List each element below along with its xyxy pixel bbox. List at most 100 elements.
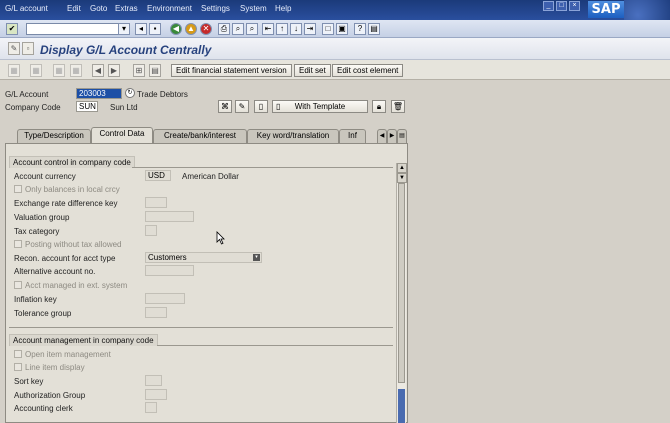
enter-icon[interactable]: ✔: [6, 23, 18, 35]
edit-fs-version-button[interactable]: Edit financial statement version: [171, 64, 292, 77]
group-divider: [157, 345, 393, 346]
create-icon[interactable]: ▯: [254, 100, 268, 113]
group-divider: [9, 327, 393, 328]
alternative-account-field[interactable]: [145, 265, 194, 276]
toolbar-icon-4: ▦: [70, 64, 82, 77]
exit-icon[interactable]: ▲: [185, 23, 197, 35]
recon-account-dropdown[interactable]: Customers ▾: [145, 252, 262, 263]
tab-list-icon[interactable]: ▤: [397, 129, 407, 143]
new-session-icon[interactable]: □: [322, 23, 334, 35]
menu-goto[interactable]: Goto: [90, 4, 107, 13]
lock-icon[interactable]: 🔒︎: [372, 100, 386, 113]
sort-key-field[interactable]: [145, 375, 162, 386]
save-icon[interactable]: ▪: [149, 23, 161, 35]
cancel-icon[interactable]: ✕: [200, 23, 212, 35]
tolerance-group-field[interactable]: [145, 307, 167, 318]
next-account-icon[interactable]: ▶: [108, 64, 120, 77]
toolbar-icon-2: ▦: [30, 64, 42, 77]
open-item-checkbox[interactable]: [14, 350, 22, 358]
menu-settings[interactable]: Settings: [201, 4, 230, 13]
edit-cost-element-button[interactable]: Edit cost element: [332, 64, 404, 77]
exchange-rate-field[interactable]: [145, 197, 167, 208]
toolbar-icon-1: ▦: [8, 64, 20, 77]
tab-scroll-left-icon[interactable]: ◀: [377, 129, 387, 143]
company-code-label: Company Code: [5, 103, 61, 112]
company-code-field[interactable]: SUN: [76, 101, 98, 112]
command-dropdown-icon[interactable]: ▾: [118, 23, 130, 35]
back-icon[interactable]: ◀: [170, 23, 182, 35]
maximize-icon[interactable]: □: [556, 1, 567, 11]
tab-strip: Type/Description Control Data Create/ban…: [0, 127, 410, 143]
help-icon[interactable]: ?: [354, 23, 366, 35]
acct-ext-system-checkbox[interactable]: [14, 281, 22, 289]
vertical-scrollbar[interactable]: ▲ ▼: [396, 163, 407, 423]
menu-bar: G/L account Edit Goto Extras Environment…: [0, 0, 670, 38]
find-next-icon[interactable]: ⌕: [246, 23, 258, 35]
edit-set-button[interactable]: Edit set: [294, 64, 331, 77]
delete-icon[interactable]: 🗑︎: [391, 100, 405, 113]
tab-control-data[interactable]: Control Data: [91, 127, 153, 143]
tolerance-group-label: Tolerance group: [14, 309, 72, 318]
where-used-icon[interactable]: ⊞: [133, 64, 145, 77]
title-bar: ✎ ▫ Display G/L Account Centrally: [0, 38, 670, 60]
sap-logo: SAP: [588, 1, 624, 18]
menu-extras[interactable]: Extras: [115, 4, 138, 13]
account-currency-description: American Dollar: [182, 172, 239, 181]
recon-account-label: Recon. account for acct type: [14, 254, 116, 263]
with-template-button[interactable]: ▯ With Template: [272, 100, 368, 113]
prev-page-icon[interactable]: ↑: [276, 23, 288, 35]
last-page-icon[interactable]: ⇥: [304, 23, 316, 35]
find-icon[interactable]: ⌕: [232, 23, 244, 35]
accounting-clerk-label: Accounting clerk: [14, 404, 73, 413]
scroll-down-icon[interactable]: ▼: [397, 173, 407, 183]
scroll-up-icon[interactable]: ▲: [397, 163, 407, 173]
dropdown-arrow-icon: ▾: [253, 254, 260, 261]
print-icon[interactable]: ⎙: [218, 23, 230, 35]
posting-without-tax-checkbox[interactable]: [14, 240, 22, 248]
authorization-group-field[interactable]: [145, 389, 167, 400]
account-currency-field[interactable]: USD: [145, 170, 171, 181]
open-item-label: Open item management: [25, 350, 111, 359]
shortcut-icon[interactable]: ▣: [336, 23, 348, 35]
menu-system[interactable]: System: [240, 4, 267, 13]
menu-help[interactable]: Help: [275, 4, 291, 13]
command-field[interactable]: [26, 23, 130, 35]
first-page-icon[interactable]: ⇤: [262, 23, 274, 35]
menu-edit[interactable]: Edit: [67, 4, 81, 13]
menu-environment[interactable]: Environment: [147, 4, 192, 13]
only-balances-checkbox[interactable]: [14, 185, 22, 193]
tab-key-word-translation[interactable]: Key word/translation: [247, 129, 339, 143]
tab-type-description[interactable]: Type/Description: [17, 129, 91, 143]
display-change-icon[interactable]: ✎: [8, 42, 20, 55]
next-page-icon[interactable]: ↓: [290, 23, 302, 35]
refresh-icon[interactable]: ↻: [125, 88, 135, 98]
account-control-group-title: Account control in company code: [9, 156, 135, 168]
other-object-icon[interactable]: ▫: [22, 42, 34, 55]
authorization-group-label: Authorization Group: [14, 391, 86, 400]
application-toolbar: ▦ ▦ ▦ ▦ ◀ ▶ ⊞ ▤ Edit financial statement…: [0, 60, 670, 80]
pencil-icon[interactable]: ✎: [235, 100, 249, 113]
detail-icon[interactable]: ▤: [149, 64, 161, 77]
minimize-icon[interactable]: _: [543, 1, 554, 11]
layout-menu-icon[interactable]: ▤: [368, 23, 380, 35]
close-window-icon[interactable]: ×: [569, 1, 580, 11]
tab-information[interactable]: Inf: [339, 129, 366, 143]
valuation-group-field[interactable]: [145, 211, 194, 222]
tab-scroll-right-icon[interactable]: ▶: [387, 129, 397, 143]
group-divider: [132, 167, 393, 168]
glasses-icon[interactable]: ⌘: [218, 100, 232, 113]
gl-account-field[interactable]: 203003: [76, 88, 122, 99]
prev-account-icon[interactable]: ◀: [92, 64, 104, 77]
account-currency-label: Account currency: [14, 172, 76, 181]
inflation-key-field[interactable]: [145, 293, 185, 304]
back-arrow-icon[interactable]: ◂: [135, 23, 147, 35]
tax-category-field[interactable]: [145, 225, 157, 236]
scrollbar-thumb[interactable]: [398, 389, 405, 423]
toolbar-icon-3: ▦: [53, 64, 65, 77]
posting-without-tax-label: Posting without tax allowed: [25, 240, 122, 249]
tab-create-bank-interest[interactable]: Create/bank/interest: [153, 129, 247, 143]
valuation-group-label: Valuation group: [14, 213, 70, 222]
accounting-clerk-field[interactable]: [145, 402, 157, 413]
line-item-checkbox[interactable]: [14, 363, 22, 371]
menu-gl-account[interactable]: G/L account: [5, 4, 48, 13]
